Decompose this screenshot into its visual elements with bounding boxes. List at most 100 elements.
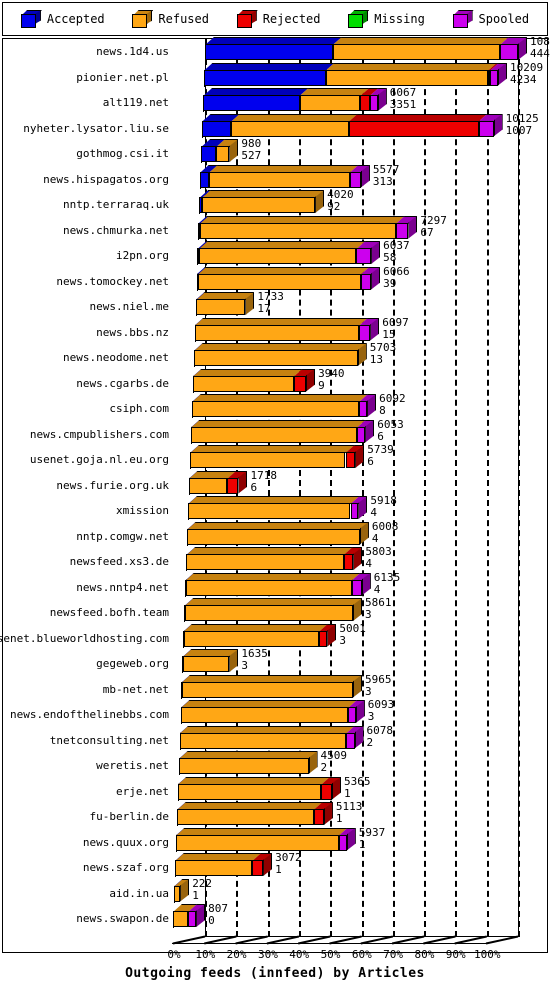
bar-segment-refused[interactable] bbox=[188, 503, 351, 519]
bar-segment-spooled[interactable] bbox=[188, 911, 197, 927]
bar-segment-spooled[interactable] bbox=[396, 222, 409, 239]
bar-segment-accepted[interactable] bbox=[203, 95, 300, 111]
bar-segment-accepted[interactable] bbox=[200, 171, 210, 188]
bar-segment-spooled[interactable] bbox=[357, 426, 366, 443]
bar-segment-spooled[interactable] bbox=[346, 732, 355, 749]
bar-segment-refused[interactable] bbox=[325, 69, 489, 86]
bar-segment-spooled[interactable] bbox=[360, 273, 372, 290]
bar-segment-refused[interactable] bbox=[200, 222, 397, 239]
bar-segment-refused[interactable] bbox=[183, 630, 320, 647]
bar-segment-spooled[interactable] bbox=[478, 120, 494, 137]
row-baseline bbox=[179, 748, 181, 750]
bar-segment-refused[interactable] bbox=[216, 146, 230, 162]
x-tick-label: 10% bbox=[195, 947, 216, 961]
bar-segment-refused[interactable] bbox=[332, 44, 500, 60]
bar-segment-rejected[interactable] bbox=[227, 477, 239, 494]
bar-segment-refused[interactable] bbox=[174, 885, 181, 902]
legend-item-refused[interactable]: Refused bbox=[132, 10, 209, 28]
bar-segment-refused[interactable] bbox=[182, 656, 230, 672]
bar-segment-refused[interactable] bbox=[201, 197, 316, 213]
bar-segment-rejected[interactable] bbox=[343, 554, 354, 570]
bar-segment-accepted[interactable] bbox=[201, 146, 217, 162]
bar-segment-refused[interactable] bbox=[231, 120, 349, 137]
bar-segment-rejected[interactable] bbox=[360, 95, 370, 111]
bar-segment-refused[interactable] bbox=[189, 477, 228, 494]
bar-segment-spooled[interactable] bbox=[358, 401, 368, 417]
bar-segment-refused[interactable] bbox=[178, 783, 322, 800]
bar-segment-refused[interactable] bbox=[209, 171, 350, 188]
legend-item-accepted[interactable]: Accepted bbox=[20, 10, 105, 28]
y-axis-label: pionier.net.pl bbox=[76, 70, 169, 84]
y-axis-label: news.bbs.nz bbox=[96, 325, 169, 339]
x-tick-label: 20% bbox=[226, 947, 247, 961]
bar-segment-refused[interactable] bbox=[176, 834, 339, 851]
bar-segment-rejected[interactable] bbox=[345, 452, 356, 468]
bar-segment-rejected[interactable] bbox=[321, 783, 332, 800]
y-axis-label: alt119.net bbox=[102, 96, 169, 109]
row-baseline bbox=[199, 213, 201, 214]
bar-value-total: 1718 bbox=[250, 468, 277, 482]
bar-value-accepted: 4 bbox=[365, 557, 372, 570]
bar-segment-accepted[interactable] bbox=[202, 120, 232, 137]
bar-value-total: 5577 bbox=[372, 162, 400, 176]
legend-label: Spooled bbox=[478, 12, 530, 26]
bar-segment-refused[interactable] bbox=[199, 248, 357, 264]
bar-segment-accepted[interactable] bbox=[204, 69, 326, 86]
y-axis-label: newsfeed.xs3.de bbox=[69, 555, 169, 568]
bar-value-accepted: 6 bbox=[367, 455, 374, 468]
bar-segment-rejected[interactable] bbox=[252, 860, 264, 876]
row-baseline bbox=[193, 366, 195, 367]
bar-segment-refused[interactable] bbox=[184, 605, 353, 621]
bar-segment-refused[interactable] bbox=[192, 401, 359, 417]
bar-value-accepted: 3 bbox=[241, 659, 248, 672]
bar-segment-spooled[interactable] bbox=[350, 503, 359, 519]
bar-segment-refused[interactable] bbox=[191, 426, 358, 443]
y-axis-label: newsfeed.bofh.team bbox=[49, 606, 169, 619]
bar-segment-spooled[interactable] bbox=[356, 248, 372, 264]
y-axis-label: aid.in.ua bbox=[109, 886, 169, 900]
bar-value-total: 5937 bbox=[358, 825, 386, 839]
bar-segment-spooled[interactable] bbox=[499, 44, 518, 60]
bar-segment-spooled[interactable] bbox=[349, 171, 361, 188]
legend-item-spooled[interactable]: Spooled bbox=[452, 10, 530, 28]
bar-value-accepted: 4 bbox=[371, 531, 379, 545]
cube-icon bbox=[452, 10, 474, 28]
bar-segment-refused[interactable] bbox=[173, 911, 189, 927]
bar-segment-refused[interactable] bbox=[181, 681, 353, 698]
bar-segment-spooled[interactable] bbox=[359, 324, 371, 341]
bar-segment-refused[interactable] bbox=[177, 809, 314, 825]
bar-segment-refused[interactable] bbox=[178, 758, 309, 774]
chart-area: news.1d4.us108764440pionier.net.pl102094… bbox=[0, 36, 550, 981]
bar-segment-rejected[interactable] bbox=[319, 630, 328, 647]
bar-value-total: 7297 bbox=[420, 213, 447, 227]
bar-segment-rejected[interactable] bbox=[293, 375, 307, 392]
bar-value-accepted: 3 bbox=[365, 608, 372, 621]
row-baseline bbox=[205, 60, 206, 61]
bar-value-total: 5001 bbox=[339, 621, 366, 635]
bar-segment-spooled[interactable] bbox=[351, 579, 362, 596]
bar-segment-refused[interactable] bbox=[197, 273, 361, 290]
bar-segment-refused[interactable] bbox=[194, 324, 360, 341]
bar-value-accepted: 1007 bbox=[505, 123, 533, 137]
bar-segment-refused[interactable] bbox=[179, 732, 347, 749]
bar-value-accepted: 58 bbox=[383, 251, 397, 264]
legend-item-missing[interactable]: Missing bbox=[348, 10, 425, 28]
bar-segment-refused[interactable] bbox=[190, 452, 346, 468]
bar-segment-spooled[interactable] bbox=[490, 69, 498, 86]
bar-segment-rejected[interactable] bbox=[313, 809, 324, 825]
bar-segment-refused[interactable] bbox=[187, 528, 360, 545]
legend-item-rejected[interactable]: Rejected bbox=[236, 10, 321, 28]
bar-segment-refused[interactable] bbox=[299, 95, 361, 111]
bar-segment-spooled[interactable] bbox=[338, 834, 347, 851]
bar-segment-refused[interactable] bbox=[186, 554, 344, 570]
bar-segment-refused[interactable] bbox=[185, 579, 352, 596]
bar-segment-accepted[interactable] bbox=[205, 44, 333, 60]
bar-segment-refused[interactable] bbox=[180, 707, 348, 723]
bar-segment-refused[interactable] bbox=[175, 860, 253, 876]
bar-segment-refused[interactable] bbox=[193, 375, 294, 392]
bar-segment-refused[interactable] bbox=[194, 350, 358, 366]
bar-segment-spooled[interactable] bbox=[369, 95, 378, 111]
bar-segment-refused[interactable] bbox=[196, 299, 246, 315]
bar-segment-spooled[interactable] bbox=[347, 707, 356, 723]
bar-segment-rejected[interactable] bbox=[348, 120, 479, 137]
